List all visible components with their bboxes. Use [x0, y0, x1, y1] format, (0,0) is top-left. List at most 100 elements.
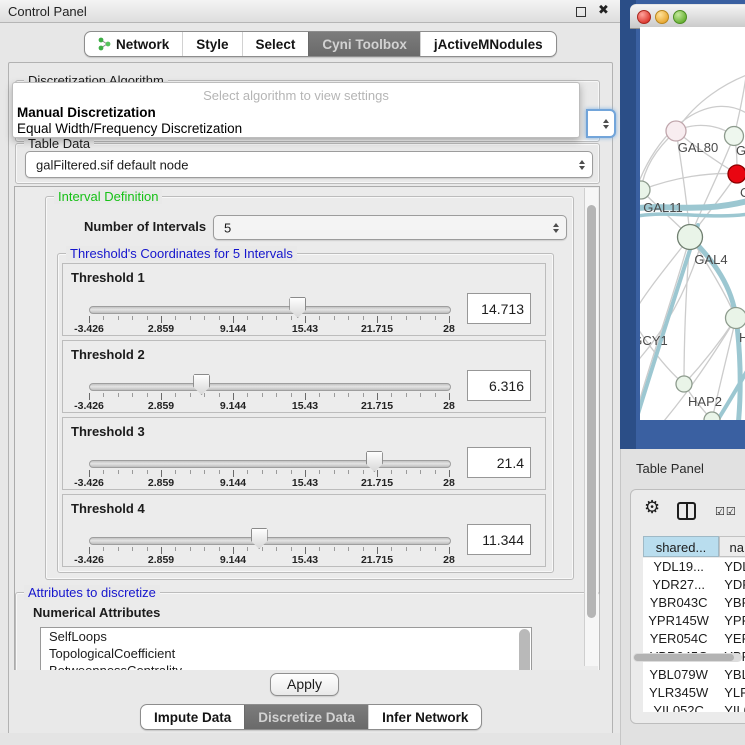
network-canvas[interactable]: GAL80GACGAL11GAL4GCY1HHAP2 — [640, 27, 745, 420]
tab-network[interactable]: Network — [85, 32, 182, 56]
network-node-hap2[interactable] — [676, 376, 692, 392]
close-icon[interactable]: ✖ — [598, 2, 609, 18]
minor-tick — [348, 316, 349, 320]
slider-thumb[interactable] — [251, 528, 268, 549]
threshold-label: Threshold 3 — [71, 424, 145, 439]
split-columns-icon[interactable] — [677, 502, 696, 520]
gear-icon[interactable]: ⚙ — [644, 497, 660, 518]
tab-infer-network[interactable]: Infer Network — [368, 705, 481, 729]
tab-impute-data[interactable]: Impute Data — [141, 705, 244, 729]
major-tick — [161, 470, 162, 477]
network-node-gal11[interactable] — [640, 181, 650, 199]
horizontal-scrollbar-thumb[interactable] — [634, 654, 734, 661]
threshold-value-field[interactable]: 21.4 — [467, 447, 531, 478]
table-row[interactable]: YIL052CYIL0 — [643, 702, 745, 712]
slider-track[interactable] — [89, 306, 451, 314]
slider-thumb[interactable] — [193, 374, 210, 395]
network-node-gal80[interactable] — [666, 121, 686, 141]
slider-thumb[interactable] — [289, 297, 306, 318]
list-scrollbar-thumb[interactable] — [519, 629, 530, 673]
slider-thumb[interactable] — [366, 451, 383, 472]
node-label: GAL11 — [643, 200, 683, 215]
table-row[interactable]: YDR27...YDR2 — [643, 576, 745, 594]
table-data-combo[interactable]: galFiltered.sif default node — [25, 151, 593, 178]
threshold-panel-3: Threshold 3-3.4262.8599.14415.4321.71528… — [62, 417, 546, 490]
apply-button[interactable]: Apply — [270, 673, 339, 696]
algorithm-dropdown-popup: Select algorithm to view settings Manual… — [12, 82, 580, 138]
zoom-green-icon[interactable] — [673, 10, 687, 24]
threshold-value-field[interactable]: 14.713 — [467, 293, 531, 324]
table-panel-body: ⚙ ☑☑ shared...naYDL19...YDL1YDR27...YDR2… — [630, 489, 745, 724]
cell-shared-name: YDL19... — [643, 558, 714, 576]
minor-tick — [147, 393, 148, 397]
tick-label: -3.426 — [74, 323, 104, 335]
column-header-name[interactable]: na — [719, 536, 745, 557]
number-of-intervals-combo[interactable]: 5 — [213, 215, 567, 240]
column-header-shared-name[interactable]: shared... — [643, 536, 719, 557]
close-red-icon[interactable] — [637, 10, 651, 24]
tick-label: 28 — [443, 477, 455, 489]
network-edge — [734, 62, 745, 136]
minor-tick — [219, 470, 220, 474]
minor-tick — [132, 547, 133, 551]
cell-name: YPR1 — [714, 612, 745, 630]
major-tick — [161, 393, 162, 400]
table-panel-title: Table Panel — [636, 461, 704, 476]
minor-tick — [219, 316, 220, 320]
algorithm-option-manual-discretization[interactable]: Manual Discretization — [17, 105, 156, 120]
major-tick — [233, 470, 234, 477]
vertical-scrollbar-thumb[interactable] — [587, 205, 596, 618]
combo-arrows-icon — [553, 223, 559, 233]
cell-shared-name: YLR345W — [643, 684, 714, 702]
cell-shared-name: YIL052C — [643, 702, 714, 712]
network-node[interactable] — [728, 165, 745, 183]
network-node-gal4[interactable] — [678, 225, 703, 250]
slider-track[interactable] — [89, 537, 451, 545]
minor-tick — [348, 470, 349, 474]
table-row[interactable]: YPR145WYPR1 — [643, 612, 745, 630]
threshold-value-field[interactable]: 11.344 — [467, 524, 531, 555]
tick-label: 9.144 — [220, 554, 246, 566]
table-row[interactable]: YBR043CYBR0 — [643, 594, 745, 612]
tab-label: Select — [256, 37, 296, 52]
horizontal-scrollbar[interactable] — [633, 653, 742, 662]
minimize-yellow-icon[interactable] — [655, 10, 669, 24]
table-row[interactable]: YLR345WYLR3 — [643, 684, 745, 702]
vertical-scrollbar[interactable] — [584, 188, 598, 666]
tick-label: 15.43 — [292, 554, 318, 566]
minor-tick — [103, 547, 104, 551]
attribute-item-topologicalcoefficient[interactable]: TopologicalCoefficient — [41, 645, 531, 662]
node-table: shared...naYDL19...YDL1YDR27...YDR2YBR04… — [643, 536, 745, 712]
numerical-attributes-list[interactable]: SelfLoopsTopologicalCoefficientBetweenne… — [40, 627, 532, 673]
number-of-intervals-label: Number of Intervals — [84, 219, 206, 234]
network-icon — [98, 37, 111, 51]
tab-style[interactable]: Style — [182, 32, 241, 56]
network-node[interactable] — [726, 308, 745, 329]
table-row[interactable]: YDL19...YDL1 — [643, 558, 745, 576]
tab-discretize-data[interactable]: Discretize Data — [244, 705, 368, 729]
tab-label: Network — [116, 37, 169, 52]
slider-track[interactable] — [89, 460, 451, 468]
minor-tick — [406, 316, 407, 320]
minor-tick — [348, 547, 349, 551]
major-tick — [449, 470, 450, 477]
threshold-value-field[interactable]: 6.316 — [467, 370, 531, 401]
algorithm-option-equal-width-frequency-discretization[interactable]: Equal Width/Frequency Discretization — [17, 121, 242, 136]
minor-tick — [190, 470, 191, 474]
algorithm-combo-fragment[interactable] — [586, 109, 616, 138]
minor-tick — [391, 393, 392, 397]
float-window-icon[interactable] — [576, 7, 586, 17]
network-window-titlebar[interactable] — [630, 4, 745, 29]
major-tick — [305, 470, 306, 477]
table-row[interactable]: YBL079WYBL0 — [643, 666, 745, 684]
table-row[interactable]: YER054CYER0 — [643, 630, 745, 648]
slider-track[interactable] — [89, 383, 451, 391]
minor-tick — [334, 393, 335, 397]
minor-tick — [204, 316, 205, 320]
attribute-item-selfloops[interactable]: SelfLoops — [41, 628, 531, 645]
tab-select[interactable]: Select — [242, 32, 309, 56]
tab-jactivemnodules[interactable]: jActiveMNodules — [420, 32, 556, 56]
minor-tick — [175, 316, 176, 320]
checkbox-pair-icon[interactable]: ☑☑ — [715, 505, 737, 518]
tab-cyni-toolbox[interactable]: Cyni Toolbox — [308, 32, 420, 56]
